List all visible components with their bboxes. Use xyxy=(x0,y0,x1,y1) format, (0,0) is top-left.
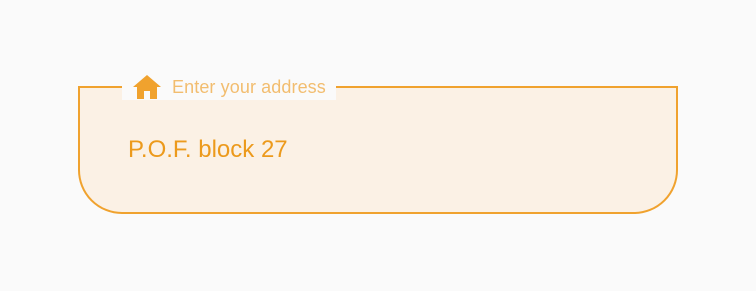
address-field-label: Enter your address xyxy=(172,76,326,97)
address-field-label-container: Enter your address xyxy=(122,74,336,100)
home-icon xyxy=(132,74,162,100)
address-input-value[interactable]: P.O.F. block 27 xyxy=(128,136,288,164)
address-field[interactable]: Enter your address P.O.F. block 27 xyxy=(78,74,678,214)
